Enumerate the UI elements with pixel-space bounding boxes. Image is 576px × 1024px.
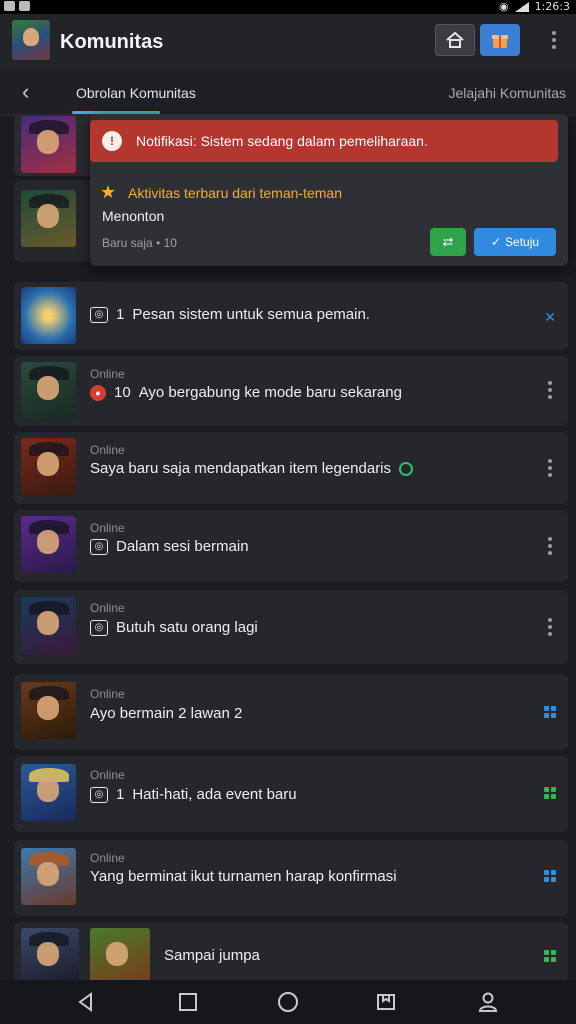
popup-headline: Aktivitas terbaru dari teman-teman xyxy=(128,185,342,201)
popup-meta: Baru saja • 10 xyxy=(102,236,177,250)
app-bar: Komunitas xyxy=(0,14,576,70)
hero-avatar-icon xyxy=(12,20,50,60)
message-icon: ◎ xyxy=(90,306,108,323)
gift-button[interactable] xyxy=(480,24,520,56)
more-vertical-icon[interactable] xyxy=(548,381,552,399)
nav-recents-button[interactable] xyxy=(176,990,200,1014)
nav-back-button[interactable] xyxy=(74,990,98,1014)
status-text: Online xyxy=(90,768,125,782)
notification-icons xyxy=(4,1,30,11)
list-item[interactable]: Online Ayo bermain 2 lawan 2 xyxy=(14,674,568,750)
status-bar: ◉ 1:26:3 xyxy=(0,0,576,14)
message-text: Saya baru saja mendapatkan item legendar… xyxy=(90,460,392,477)
list-item[interactable]: Online Yang berminat ikut turnamen harap… xyxy=(14,840,568,916)
wifi-icon: ◉ xyxy=(498,0,509,13)
nav-cards-button[interactable] xyxy=(374,990,398,1014)
grid-icon[interactable] xyxy=(544,870,556,882)
home-icon xyxy=(446,31,464,48)
check-icon: ✓ xyxy=(490,235,502,249)
message-text: Yang berminat ikut turnamen harap konfir… xyxy=(90,868,397,885)
list-item[interactable]: Sampai jumpa xyxy=(14,922,568,985)
message-text: Ayo bergabung ke mode baru sekarang xyxy=(138,384,402,401)
alert-icon: ! xyxy=(102,131,122,151)
grid-icon[interactable] xyxy=(544,950,556,962)
alert-banner[interactable]: ! Notifikasi: Sistem sedang dalam pemeli… xyxy=(90,120,558,162)
fire-icon: ● xyxy=(90,384,106,401)
home-button[interactable] xyxy=(435,24,475,56)
popup-subtitle: Menonton xyxy=(102,208,165,224)
avatar xyxy=(21,116,76,173)
online-indicator-icon xyxy=(399,461,414,476)
message-text: Butuh satu orang lagi xyxy=(116,619,258,636)
accept-label: Setuju xyxy=(505,235,540,249)
clock: 1:26:3 xyxy=(534,0,570,13)
status-text: Online xyxy=(90,601,125,615)
list-item[interactable]: Online ◎ Dalam sesi bermain xyxy=(14,510,568,582)
nav-home-button[interactable] xyxy=(276,990,300,1014)
list-item[interactable]: ◎ 1 Pesan sistem untuk semua pemain. ✕ xyxy=(14,282,568,350)
avatar xyxy=(21,928,79,985)
status-text: Online xyxy=(90,367,125,381)
avatar xyxy=(21,597,76,654)
message-text: Ayo bermain 2 lawan 2 xyxy=(90,705,243,722)
status-text: Online xyxy=(90,443,125,457)
more-vertical-icon[interactable] xyxy=(548,537,552,555)
message-icon: ◎ xyxy=(90,538,108,555)
share-icon: ⇄ xyxy=(442,234,454,249)
accept-button[interactable]: ✓ Setuju xyxy=(474,228,556,256)
list-item[interactable]: Online ● 10 Ayo bergabung ke mode baru s… xyxy=(14,356,568,426)
grid-icon[interactable] xyxy=(544,787,556,799)
more-vertical-icon[interactable] xyxy=(548,459,552,477)
avatar xyxy=(21,682,76,739)
list-item[interactable]: Online Saya baru saja mendapatkan item l… xyxy=(14,432,568,504)
notification-popup: ! Notifikasi: Sistem sedang dalam pemeli… xyxy=(90,114,568,266)
grid-icon[interactable] xyxy=(544,706,556,718)
message-text: Sampai jumpa xyxy=(164,947,260,964)
more-vertical-icon[interactable] xyxy=(552,31,556,49)
message-icon: ◎ xyxy=(90,786,108,803)
system-nav-bar xyxy=(0,980,576,1024)
message-icon: ◎ xyxy=(90,619,108,636)
avatar xyxy=(21,362,76,419)
back-icon[interactable]: ‹ xyxy=(22,81,29,103)
close-icon[interactable]: ✕ xyxy=(544,309,556,326)
page-title: Komunitas xyxy=(60,31,164,53)
avatar xyxy=(21,438,76,495)
circle-home-icon xyxy=(278,992,298,1012)
avatar xyxy=(21,848,76,905)
triangle-back-icon xyxy=(78,992,92,1012)
alert-text: Notifikasi: Sistem sedang dalam pemeliha… xyxy=(136,133,428,149)
unread-count: 1 xyxy=(116,786,125,803)
unread-count: 1 xyxy=(116,306,125,323)
tab-explore-community[interactable]: Jelajahi Komunitas xyxy=(448,85,566,101)
message-text: Hati-hati, ada event baru xyxy=(132,786,297,803)
signal-icon xyxy=(514,1,529,12)
avatar xyxy=(21,764,76,821)
list-item[interactable]: Online ◎ Butuh satu orang lagi xyxy=(14,590,568,664)
tab-bar: ‹ Obrolan Komunitas Jelajahi Komunitas xyxy=(0,70,576,116)
unread-count: 10 xyxy=(114,384,131,401)
nav-profile-button[interactable] xyxy=(476,990,500,1014)
list-item[interactable]: Online ◎ 1 Hati-hati, ada event baru xyxy=(14,756,568,832)
avatar xyxy=(21,190,76,247)
avatar xyxy=(21,287,76,344)
square-icon xyxy=(179,993,197,1011)
cards-icon xyxy=(377,994,395,1010)
message-text: Pesan sistem untuk semua pemain. xyxy=(132,306,370,323)
share-button[interactable]: ⇄ xyxy=(430,228,466,256)
user-icon xyxy=(478,992,498,1012)
gift-icon xyxy=(492,35,508,48)
tab-community-chat[interactable]: Obrolan Komunitas xyxy=(76,85,196,101)
status-text: Online xyxy=(90,687,125,701)
status-text: Online xyxy=(90,521,125,535)
more-vertical-icon[interactable] xyxy=(548,618,552,636)
star-icon: ★ xyxy=(100,182,117,202)
status-text: Online xyxy=(90,851,125,865)
avatar xyxy=(90,928,150,985)
avatar xyxy=(21,516,76,573)
message-text: Dalam sesi bermain xyxy=(116,538,249,555)
